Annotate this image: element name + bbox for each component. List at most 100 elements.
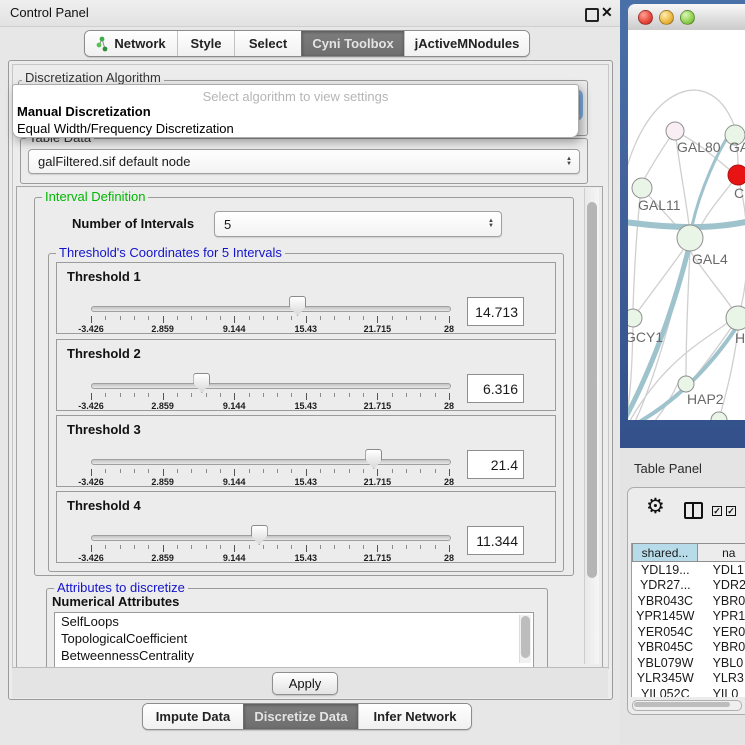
cell-name[interactable]: YBL0 [699, 656, 745, 670]
column-header-shared-name[interactable]: shared... [632, 543, 698, 562]
close-icon[interactable]: ✕ [601, 4, 613, 21]
menu-item-equal-width-frequency[interactable]: Equal Width/Frequency Discretization [17, 121, 234, 136]
cell-name[interactable]: YER0 [699, 625, 745, 639]
threshold-slider-handle[interactable] [365, 449, 382, 469]
tab-select[interactable]: Select [234, 31, 301, 56]
cell-name[interactable]: YPR1 [699, 609, 745, 623]
threshold-value-field[interactable]: 21.4 [467, 450, 524, 479]
interval-definition-group-title: Interval Definition [42, 189, 148, 204]
minimize-traffic-light-icon[interactable] [659, 10, 674, 25]
float-window-icon[interactable] [585, 8, 599, 22]
slider-tick-label: 2.859 [141, 324, 185, 334]
slider-tick [291, 316, 292, 320]
list-scrollbar-thumb[interactable] [521, 616, 530, 658]
network-node[interactable] [711, 412, 727, 420]
tab-infer-network[interactable]: Infer Network [358, 704, 471, 729]
slider-tick-label: 21.715 [355, 477, 399, 487]
network-node-gcy1[interactable] [628, 309, 642, 327]
checkbox-icon[interactable]: ✓ [712, 506, 722, 516]
tab-impute-data[interactable]: Impute Data [143, 704, 243, 729]
cell-name[interactable]: YBR0 [699, 640, 745, 654]
threshold-slider-handle[interactable] [289, 296, 306, 316]
threshold-slider-track[interactable] [91, 306, 451, 312]
slider-tick [249, 545, 250, 549]
gear-icon[interactable]: ⚙ [646, 496, 665, 517]
network-node-hap2[interactable] [678, 376, 694, 392]
table-horizontal-scrollbar-thumb[interactable] [634, 702, 730, 707]
slider-tick [349, 393, 350, 397]
table-row[interactable]: YER054CYER0 [632, 624, 745, 640]
apply-button-label: Apply [289, 676, 322, 691]
vertical-scrollbar-thumb[interactable] [587, 202, 597, 578]
threshold-slider-handle[interactable] [193, 373, 210, 393]
tab-cyni-toolbox[interactable]: Cyni Toolbox [301, 31, 404, 56]
number-of-intervals-combobox[interactable]: 5 ▲▼ [214, 211, 502, 237]
network-node-gal4[interactable] [677, 225, 703, 251]
slider-tick-label: 2.859 [141, 553, 185, 563]
cell-shared-name[interactable]: YLR345W [632, 671, 699, 685]
table-horizontal-scrollbar[interactable] [632, 700, 742, 711]
threshold-slider-handle[interactable] [251, 525, 268, 545]
vertical-scrollbar[interactable] [584, 188, 599, 664]
table-row[interactable]: YBL079WYBL0 [632, 655, 745, 671]
cell-shared-name[interactable]: YDR27... [632, 578, 699, 592]
cell-name[interactable]: YDL1 [699, 563, 745, 577]
network-node-gal80[interactable] [666, 122, 684, 140]
attribute-list-item[interactable]: TopologicalCoefficient [55, 630, 533, 647]
cell-name[interactable]: YBR0 [699, 594, 745, 608]
cell-name[interactable]: YIL0 [699, 687, 745, 697]
network-edge[interactable] [686, 251, 690, 376]
cell-name[interactable]: YLR3 [699, 671, 745, 685]
table-row[interactable]: YBR045CYBR0 [632, 640, 745, 656]
network-edge[interactable] [633, 250, 683, 318]
menu-item-manual-discretization[interactable]: Manual Discretization [17, 104, 151, 119]
threshold-slider-track[interactable] [91, 459, 451, 465]
cell-name[interactable]: YDR2 [699, 578, 745, 592]
table-data-combobox[interactable]: galFiltered.sif default node ▲▼ [28, 149, 580, 174]
list-scrollbar[interactable] [519, 615, 531, 663]
zoom-traffic-light-icon[interactable] [680, 10, 695, 25]
network-node-label: GAL11 [638, 197, 681, 213]
column-header-name[interactable]: na [698, 543, 745, 562]
network-window-titlebar[interactable] [628, 4, 745, 31]
network-node-gal11[interactable] [632, 178, 652, 198]
network-edge[interactable] [740, 185, 745, 307]
close-traffic-light-icon[interactable] [638, 10, 653, 25]
tab-jactivemnodules[interactable]: jActiveMNodules [404, 31, 529, 56]
cell-shared-name[interactable]: YPR145W [632, 609, 699, 623]
table-row[interactable]: YPR145WYPR1 [632, 609, 745, 625]
cell-shared-name[interactable]: YDL19... [632, 563, 699, 577]
threshold-value-field[interactable]: 11.344 [467, 526, 524, 555]
cell-shared-name[interactable]: YIL052C [632, 687, 699, 697]
checkbox-icon[interactable]: ✓ [726, 506, 736, 516]
table-row[interactable]: YDL19...YDL1 [632, 562, 745, 578]
cell-shared-name[interactable]: YBL079W [632, 656, 699, 670]
threshold-value-field[interactable]: 14.713 [467, 297, 524, 326]
cell-shared-name[interactable]: YBR043C [632, 594, 699, 608]
cell-shared-name[interactable]: YBR045C [632, 640, 699, 654]
network-node-h[interactable] [726, 306, 745, 330]
network-view-canvas[interactable]: GAL80GACGAL11GAL4GCY1HHAP2 [628, 30, 745, 420]
split-columns-icon[interactable] [684, 502, 703, 519]
tab-style[interactable]: Style [177, 31, 234, 56]
node-attribute-table[interactable]: shared... na YDL19...YDL1YDR27...YDR2YBR… [631, 543, 745, 697]
table-row[interactable]: YLR345WYLR3 [632, 671, 745, 687]
slider-tick [420, 393, 421, 397]
network-node-c[interactable] [728, 165, 745, 185]
apply-button[interactable]: Apply [272, 672, 338, 695]
attribute-list-item[interactable]: SelfLoops [55, 613, 533, 630]
control-panel-titlebar: Control Panel ✕ [0, 0, 620, 27]
table-row[interactable]: YDR27...YDR2 [632, 578, 745, 594]
tab-discretize-data[interactable]: Discretize Data [243, 704, 358, 729]
attribute-list-item[interactable]: BetweennessCentrality [55, 647, 533, 664]
network-edge[interactable] [633, 198, 640, 309]
threshold-slider-track[interactable] [91, 383, 451, 389]
slider-tick [163, 469, 164, 476]
numerical-attributes-list[interactable]: SelfLoopsTopologicalCoefficientBetweenne… [54, 612, 534, 668]
tab-network[interactable]: Network [85, 31, 177, 56]
threshold-value-field[interactable]: 6.316 [467, 374, 524, 403]
cell-shared-name[interactable]: YER054C [632, 625, 699, 639]
table-row[interactable]: YBR043CYBR0 [632, 593, 745, 609]
table-row[interactable]: YIL052CYIL0 [632, 686, 745, 697]
threshold-slider-track[interactable] [91, 535, 451, 541]
